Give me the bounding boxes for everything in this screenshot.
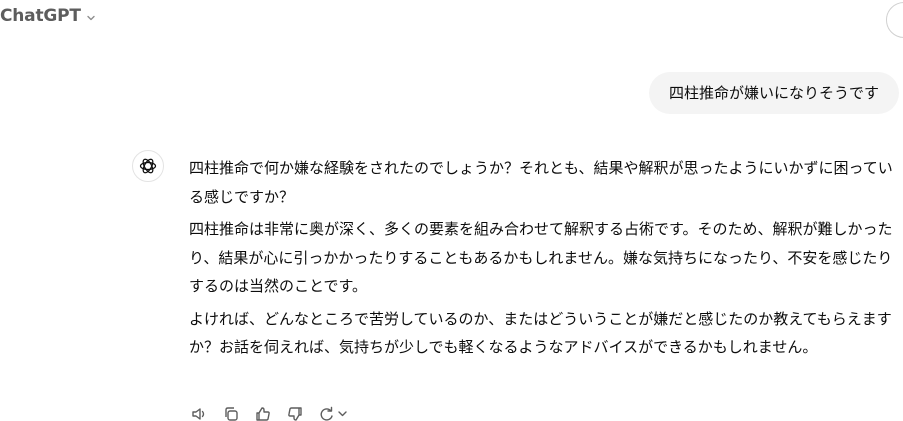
assistant-paragraph: 四柱推命は非常に奥が深く、多くの要素を組み合わせて解釈する占術です。そのため、解… bbox=[189, 220, 893, 295]
assistant-paragraph: よければ、どんなところで苦労しているのか、またはどういうことが嫌だと感じたのか教… bbox=[189, 309, 892, 357]
copy-icon[interactable] bbox=[222, 405, 240, 421]
assistant-paragraph: 四柱推命で何か嫌な経験をされたのでしょうか？それとも、結果や解釈が思ったようにい… bbox=[189, 159, 893, 206]
thumbs-down-icon[interactable] bbox=[286, 405, 304, 421]
profile-button[interactable] bbox=[886, 2, 903, 38]
assistant-message: 四柱推命で何か嫌な経験をされたのでしょうか？それとも、結果や解釈が思ったようにい… bbox=[189, 154, 895, 366]
model-picker[interactable]: ChatGPT bbox=[0, 6, 97, 26]
chat-page: ChatGPT 四柱推命が嫌いになりそうです 四柱推命で何か嫌な経験をされたので… bbox=[0, 0, 903, 421]
message-actions bbox=[190, 405, 350, 421]
user-message: 四柱推命が嫌いになりそうです bbox=[648, 72, 899, 114]
assistant-avatar bbox=[132, 150, 164, 182]
regenerate-icon[interactable] bbox=[318, 405, 350, 421]
openai-logo-icon bbox=[139, 158, 157, 174]
chevron-down-icon bbox=[87, 15, 95, 21]
speaker-icon[interactable] bbox=[190, 405, 208, 421]
model-name: ChatGPT bbox=[0, 6, 81, 26]
thumbs-up-icon[interactable] bbox=[254, 405, 272, 421]
